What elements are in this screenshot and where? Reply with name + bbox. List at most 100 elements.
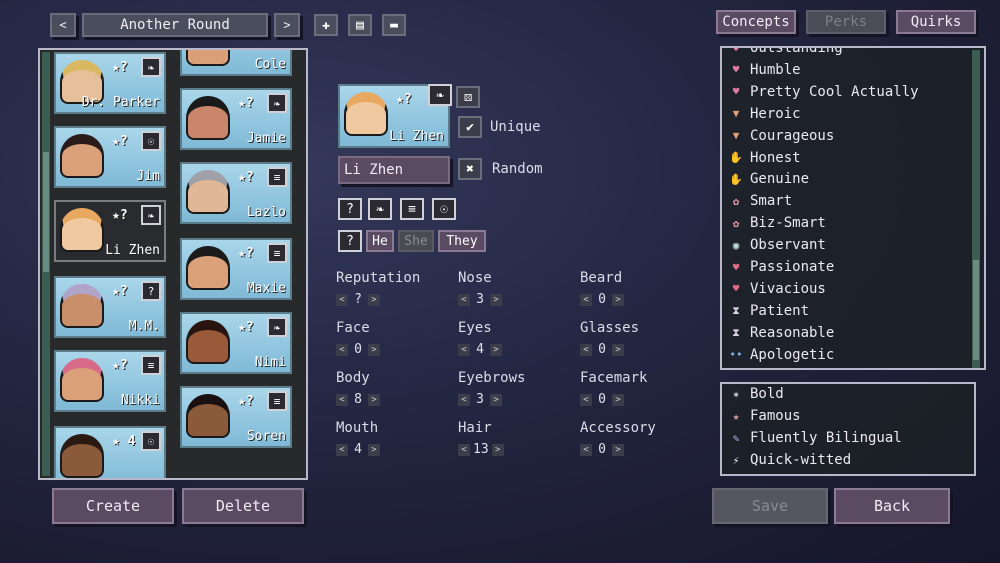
increment-button[interactable]: >	[368, 343, 380, 356]
role-lightbulb-button[interactable]: ☉	[432, 198, 456, 220]
next-round-button[interactable]: >	[274, 13, 300, 37]
decrement-button[interactable]: <	[458, 343, 470, 356]
character-name: Jamie	[246, 131, 286, 146]
decrement-button[interactable]: <	[580, 443, 592, 456]
list-item-label: Vivacious	[750, 280, 826, 297]
role-document-button[interactable]: ≡	[400, 198, 424, 220]
concepts-scrollbar-thumb[interactable]	[973, 260, 979, 360]
list-item[interactable]: ♥ Pretty Cool Actually	[728, 84, 919, 100]
list-item[interactable]: ✋ Genuine	[728, 171, 809, 187]
lightbulb-icon: ☉	[141, 431, 161, 451]
list-item[interactable]: ♥ Outstanding	[728, 48, 843, 56]
increment-button[interactable]: >	[612, 443, 624, 456]
preview-stars: ★?	[396, 92, 412, 107]
decrement-button[interactable]: <	[336, 443, 348, 456]
pronoun-unknown-button[interactable]: ?	[338, 230, 362, 252]
increment-button[interactable]: >	[490, 343, 502, 356]
list-item[interactable]: ⚡ Quick-witted	[728, 452, 851, 468]
role-question-button[interactable]: ?	[338, 198, 362, 220]
list-item[interactable]: ⧗ Patient	[728, 303, 809, 319]
increment-button[interactable]: >	[368, 393, 380, 406]
roster-card[interactable]: ★? ❧ Nimi	[180, 312, 292, 374]
role-badge-button[interactable]: ❧	[428, 84, 452, 106]
delete-button[interactable]: Delete	[182, 488, 304, 524]
roster-card[interactable]: ★?? M.M.	[54, 276, 166, 338]
increment-button[interactable]: >	[368, 443, 380, 456]
decrement-button[interactable]: <	[580, 393, 592, 406]
previous-round-button[interactable]: <	[50, 13, 76, 37]
create-button[interactable]: Create	[52, 488, 174, 524]
randomize-dice-button[interactable]: ⚄	[456, 86, 480, 108]
decrement-button[interactable]: <	[458, 293, 470, 306]
increment-button[interactable]: >	[368, 293, 380, 306]
increment-button[interactable]: >	[491, 443, 504, 456]
roster-scrollbar[interactable]	[42, 52, 50, 476]
list-item[interactable]: ✿ Biz-Smart	[728, 215, 826, 231]
tab-perks[interactable]: Perks	[806, 10, 886, 34]
roster-card[interactable]: ★ 4 ☉	[54, 426, 166, 478]
increment-button[interactable]: >	[612, 393, 624, 406]
attribute-value: 3	[476, 392, 484, 407]
decrement-button[interactable]: <	[458, 393, 470, 406]
roster-scrollbar-thumb[interactable]	[43, 152, 49, 272]
increment-button[interactable]: >	[612, 293, 624, 306]
list-item[interactable]: ✋ Honest	[728, 150, 800, 166]
unique-checkbox[interactable]: ✔	[458, 116, 482, 138]
roster-card[interactable]: ★? ≡ Lazlo	[180, 162, 292, 224]
tab-concepts[interactable]: Concepts	[716, 10, 796, 34]
random-name-checkbox[interactable]: ✖	[458, 158, 482, 180]
pronoun-they-button[interactable]: They	[438, 230, 486, 252]
decrement-button[interactable]: <	[580, 343, 592, 356]
pronoun-they-label: They	[446, 233, 478, 249]
list-item[interactable]: ⧗ Reasonable	[728, 325, 834, 341]
list-item[interactable]: ◉ Observant	[728, 237, 826, 253]
roster-card[interactable]: ★? ≡ Nikki	[54, 350, 166, 412]
star-rating: ★ 4	[112, 434, 136, 449]
list-item[interactable]: ★ Famous	[728, 408, 801, 424]
back-button[interactable]: Back	[834, 488, 950, 524]
increment-button[interactable]: >	[490, 293, 502, 306]
save-button[interactable]: Save	[712, 488, 828, 524]
lightbulb-icon: ☉	[141, 131, 161, 151]
pronoun-he-button[interactable]: He	[366, 230, 394, 252]
document-icon: ≡	[267, 167, 287, 187]
roster-card[interactable]: ★? ≡ Soren	[180, 386, 292, 448]
decrement-button[interactable]: <	[336, 343, 348, 356]
decrement-button[interactable]: <	[336, 293, 348, 306]
name-input[interactable]: Li Zhen	[338, 156, 450, 184]
concepts-scrollbar[interactable]	[972, 50, 980, 368]
roster-card[interactable]: ★? ❧ Li Zhen	[54, 200, 166, 262]
list-item[interactable]: ✶ Bold	[728, 386, 784, 402]
preview-portrait	[344, 92, 388, 136]
roster-card[interactable]: ★? ❧ Jamie	[180, 88, 292, 150]
increment-button[interactable]: >	[490, 393, 502, 406]
list-item[interactable]: ✎ Fluently Bilingual	[728, 430, 902, 446]
tab-quirks[interactable]: Quirks	[896, 10, 976, 34]
role-feather-button[interactable]: ❧	[368, 198, 392, 220]
list-item[interactable]: ▼ Courageous	[728, 127, 835, 144]
roster-card[interactable]: ★? ≡ Maxie	[180, 238, 292, 300]
list-item-label: Courageous	[750, 127, 835, 144]
attribute-label: Glasses	[580, 320, 640, 336]
list-item[interactable]: ♥ Passionate	[728, 259, 835, 275]
list-item[interactable]: •• Apologetic	[728, 347, 834, 363]
remove-roster-button[interactable]: ▬	[382, 14, 406, 36]
list-item[interactable]: ▼ Heroic	[728, 106, 801, 122]
list-item[interactable]: ♥ Vivacious	[728, 281, 826, 297]
roster-card[interactable]: Cole	[180, 50, 292, 76]
list-item-label: Observant	[750, 237, 826, 254]
list-item[interactable]: ♥ Humble	[728, 62, 801, 78]
roster-card[interactable]: ★? ☉ Jim	[54, 126, 166, 188]
list-item[interactable]: ✿ Smart	[728, 193, 792, 209]
pronoun-she-button[interactable]: She	[398, 230, 434, 252]
attribute-value: 4	[476, 342, 484, 357]
attribute-stepper: <3 >	[458, 392, 502, 407]
feather-icon: ❧	[376, 201, 384, 217]
decrement-button[interactable]: <	[336, 393, 348, 406]
add-roster-button[interactable]: ✚	[314, 14, 338, 36]
decrement-button[interactable]: <	[580, 293, 592, 306]
decrement-button[interactable]: <	[458, 443, 470, 456]
load-roster-button[interactable]: ▤	[348, 14, 372, 36]
increment-button[interactable]: >	[612, 343, 624, 356]
roster-card[interactable]: ★? ❧ Dr. Parker	[54, 52, 166, 114]
